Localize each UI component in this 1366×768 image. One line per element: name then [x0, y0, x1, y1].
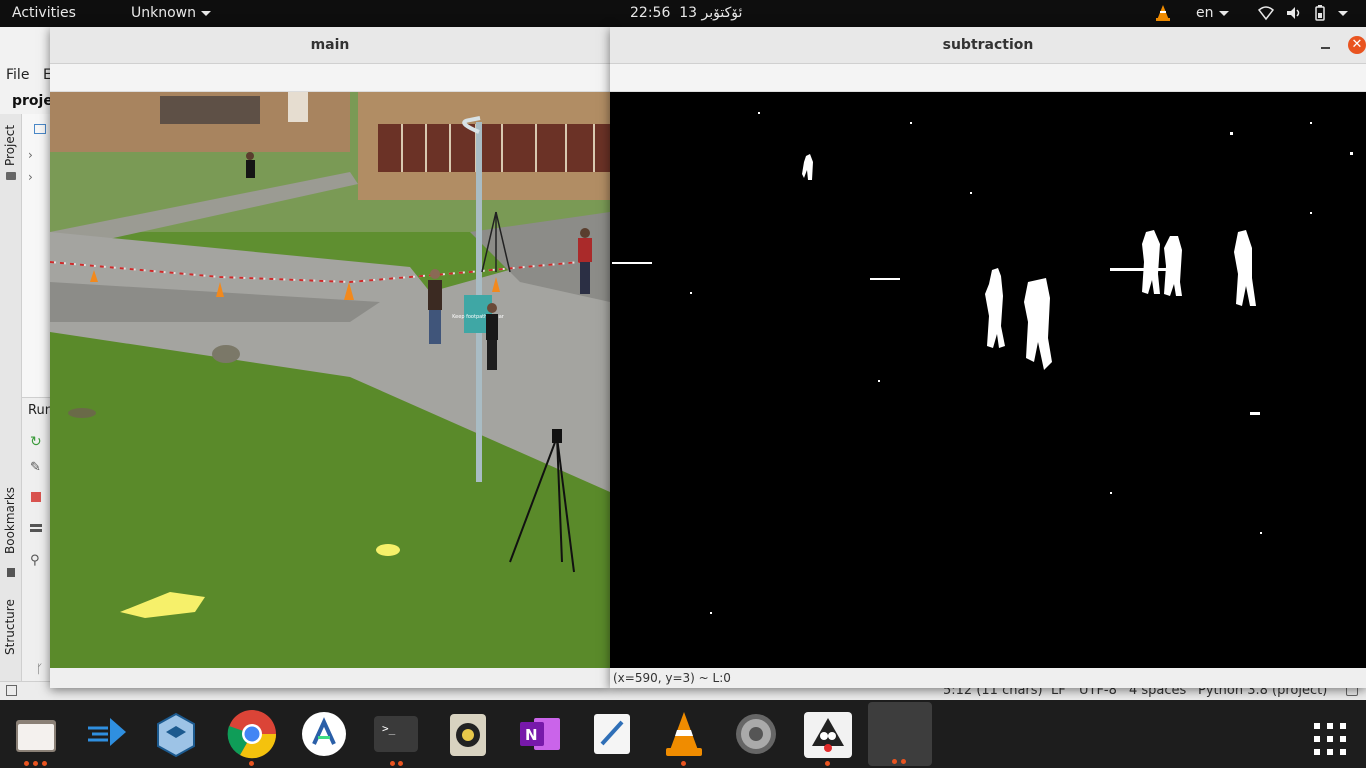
building-left-door	[288, 92, 308, 122]
dock-java[interactable]	[800, 706, 856, 766]
project-tree: › ›	[22, 114, 52, 414]
stop-icon[interactable]	[31, 492, 41, 502]
debris	[68, 408, 96, 418]
person	[428, 269, 442, 344]
dock-active-window[interactable]	[868, 702, 932, 766]
volume-icon[interactable]	[1286, 5, 1302, 25]
chevron-down-icon	[201, 10, 211, 16]
dock-terminal[interactable]: >_	[368, 706, 424, 766]
android-studio-icon	[302, 712, 346, 756]
language-label: en	[1196, 5, 1214, 21]
left-tool-strip: Project Bookmarks Structure	[0, 114, 22, 684]
vlc-tray-icon[interactable]	[1155, 4, 1171, 26]
clock[interactable]: 22:56 13 ئۆكتۆبر	[630, 5, 742, 21]
system-menu[interactable]	[1333, 5, 1348, 21]
dock-rhythmbox[interactable]	[440, 706, 496, 762]
clock-date: 13 ئۆكتۆبر	[679, 5, 743, 21]
dock-vlc[interactable]	[656, 706, 712, 766]
menu-file[interactable]: File	[6, 67, 29, 83]
bookmark-icon	[7, 568, 15, 577]
running-indicator	[681, 761, 686, 766]
run-panel: Run ↻ ✎ ⚲	[22, 397, 53, 687]
chevron-right-icon[interactable]: ›	[28, 148, 33, 162]
main-window: main Keep footpaths clear	[50, 27, 610, 688]
running-indicator	[24, 761, 29, 766]
dock-chrome[interactable]	[224, 706, 280, 766]
folder-icon	[16, 720, 56, 752]
tool-window-structure[interactable]: Structure	[3, 599, 17, 655]
running-indicator	[390, 761, 395, 766]
running-indicator	[825, 761, 830, 766]
dock-onenote[interactable]: N	[512, 706, 568, 762]
running-indicator	[901, 759, 906, 764]
language-menu[interactable]: en	[1196, 5, 1229, 21]
building-left-windows	[160, 96, 260, 124]
wrench-icon[interactable]: ✎	[30, 460, 41, 475]
rock	[212, 345, 240, 363]
svg-text:>_: >_	[382, 722, 396, 735]
subtraction-window-title[interactable]: subtraction	[610, 27, 1366, 64]
battery-icon[interactable]	[1313, 5, 1327, 25]
chevron-right-icon[interactable]: ›	[28, 170, 33, 184]
running-indicator	[398, 761, 403, 766]
running-indicator	[42, 761, 47, 766]
vscode-icon	[88, 718, 126, 746]
dock-android-studio[interactable]	[296, 706, 352, 762]
running-indicator	[249, 761, 254, 766]
network-icon[interactable]	[1257, 5, 1275, 25]
subtraction-window-toolbar	[610, 64, 1366, 92]
dock: >_ N	[0, 700, 1366, 768]
chevron-down-icon	[1218, 10, 1229, 16]
activities-button[interactable]: Activities	[12, 5, 76, 21]
subtraction-status-bar: (x=590, y=3) ~ L:0	[610, 668, 1366, 688]
toggle-panels-icon[interactable]	[6, 685, 17, 696]
dock-vscode[interactable]	[80, 706, 136, 762]
building-right-windows	[378, 124, 610, 172]
dock-virtualbox[interactable]	[148, 706, 204, 762]
tool-window-bookmarks[interactable]: Bookmarks	[3, 487, 17, 554]
layout-icon[interactable]	[30, 524, 42, 532]
rhythmbox-icon	[450, 714, 486, 756]
main-window-toolbar	[50, 64, 610, 92]
person	[246, 152, 255, 178]
top-bar: Activities Unknown 22:56 13 ئۆكتۆبر en	[0, 0, 1366, 27]
subtraction-window: subtraction ✕ (x=590, y=3) ~ L:0	[610, 27, 1366, 688]
onenote-icon: N	[520, 718, 560, 750]
terminal-icon: >_	[374, 716, 418, 752]
git-branch-icon[interactable]: ᚴ	[36, 662, 43, 676]
camera-frame: Keep footpaths clear	[50, 92, 610, 668]
rerun-icon[interactable]: ↻	[30, 434, 42, 450]
tool-window-project[interactable]: Project	[3, 125, 17, 166]
running-indicator	[892, 759, 897, 764]
minimize-button[interactable]	[1320, 38, 1332, 52]
dock-settings[interactable]	[728, 706, 784, 762]
vlc-icon	[666, 712, 702, 756]
svg-text:N: N	[525, 726, 538, 744]
chrome-icon	[227, 710, 277, 759]
folder-icon	[6, 172, 16, 180]
dock-text-editor[interactable]	[584, 706, 640, 762]
module-icon	[34, 124, 46, 134]
clock-time: 22:56	[630, 5, 671, 21]
java-icon	[804, 712, 852, 758]
show-applications-button[interactable]	[1302, 706, 1358, 762]
running-indicator	[33, 761, 38, 766]
dock-files[interactable]	[8, 706, 64, 766]
settings-icon	[736, 714, 776, 754]
app-menu[interactable]: Unknown	[131, 5, 211, 21]
foreground-mask	[610, 92, 1366, 668]
grid-icon	[1314, 723, 1346, 755]
pin-icon[interactable]: ⚲	[30, 553, 40, 568]
yellow-object	[376, 544, 400, 556]
text-editor-icon	[594, 714, 630, 754]
project-label: proje	[12, 93, 53, 109]
app-menu-label: Unknown	[131, 5, 196, 21]
chevron-down-icon	[1338, 10, 1348, 16]
virtualbox-icon	[157, 712, 195, 758]
close-button[interactable]: ✕	[1348, 36, 1366, 54]
main-window-title[interactable]: main	[50, 27, 610, 64]
